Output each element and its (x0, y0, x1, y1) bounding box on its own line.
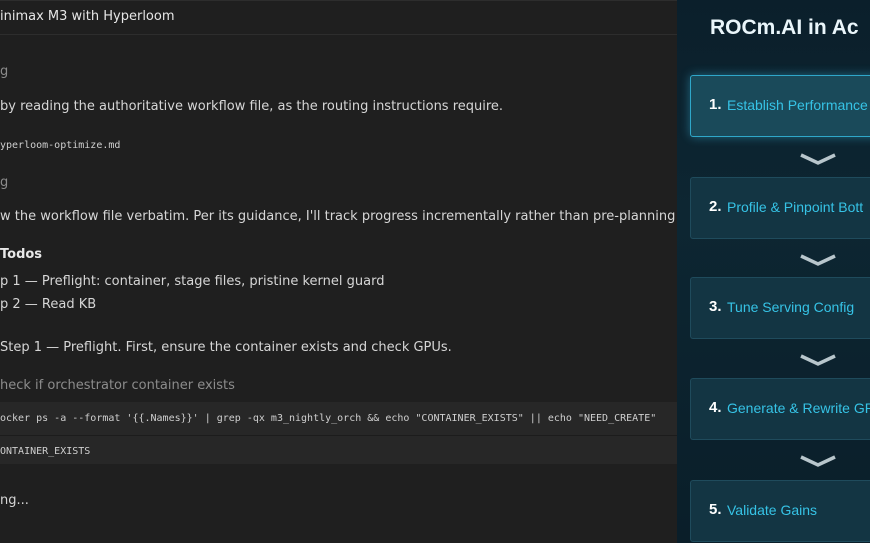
step-number: 2. (709, 198, 722, 215)
workflow-panel: ROCm.AI in Ac 1. Establish Performance 2… (677, 0, 870, 543)
command-block: ocker ps -a --format '{{.Names}}' | grep… (0, 402, 677, 464)
command-divider (0, 435, 677, 436)
thinking-label: g (0, 64, 9, 79)
step-label: Validate Gains (727, 502, 818, 518)
status-text: ng... (0, 493, 29, 508)
panel-title: ROCm.AI in Ac (710, 16, 859, 39)
todos-heading: Todos (0, 247, 43, 262)
step-label: Profile & Pinpoint Bott (727, 199, 864, 215)
command-text[interactable]: ocker ps -a --format '{{.Names}}' | grep… (0, 413, 656, 424)
file-reference[interactable]: yperloom-optimize.md (0, 140, 120, 151)
thinking-label: g (0, 175, 9, 190)
step-number: 4. (709, 399, 722, 416)
workflow-step-1: 1. Establish Performance (690, 75, 870, 137)
workflow-step-5: 5. Validate Gains (690, 480, 870, 542)
step-number: 1. (709, 96, 722, 113)
step-label: Generate & Rewrite GP (727, 400, 870, 416)
chat-title-bar: inimax M3 with Hyperloom (0, 0, 677, 35)
command-output: ONTAINER_EXISTS (0, 446, 91, 457)
workflow-step-4: 4. Generate & Rewrite GP (690, 378, 870, 440)
step-label: Tune Serving Config (727, 299, 855, 315)
chevron-down-icon (800, 354, 836, 366)
assistant-message: Step 1 — Preflight. First, ensure the co… (0, 340, 452, 355)
chat-transcript-pane: inimax M3 with Hyperloom g by reading th… (0, 0, 677, 543)
todo-item: p 2 — Read KB (0, 297, 97, 312)
assistant-message: w the workflow file verbatim. Per its gu… (0, 209, 677, 224)
chevron-down-icon (800, 254, 836, 266)
chat-title: inimax M3 with Hyperloom (0, 9, 175, 24)
step-label: Establish Performance (727, 97, 868, 113)
todo-item: p 1 — Preflight: container, stage files,… (0, 274, 385, 289)
workflow-step-3: 3. Tune Serving Config (690, 277, 870, 339)
chevron-down-icon (800, 455, 836, 467)
step-number: 5. (709, 501, 722, 518)
tool-call-label: heck if orchestrator container exists (0, 378, 235, 393)
chevron-down-icon (800, 153, 836, 165)
workflow-step-2: 2. Profile & Pinpoint Bott (690, 177, 870, 239)
assistant-message: by reading the authoritative workflow fi… (0, 99, 504, 114)
step-number: 3. (709, 298, 722, 315)
